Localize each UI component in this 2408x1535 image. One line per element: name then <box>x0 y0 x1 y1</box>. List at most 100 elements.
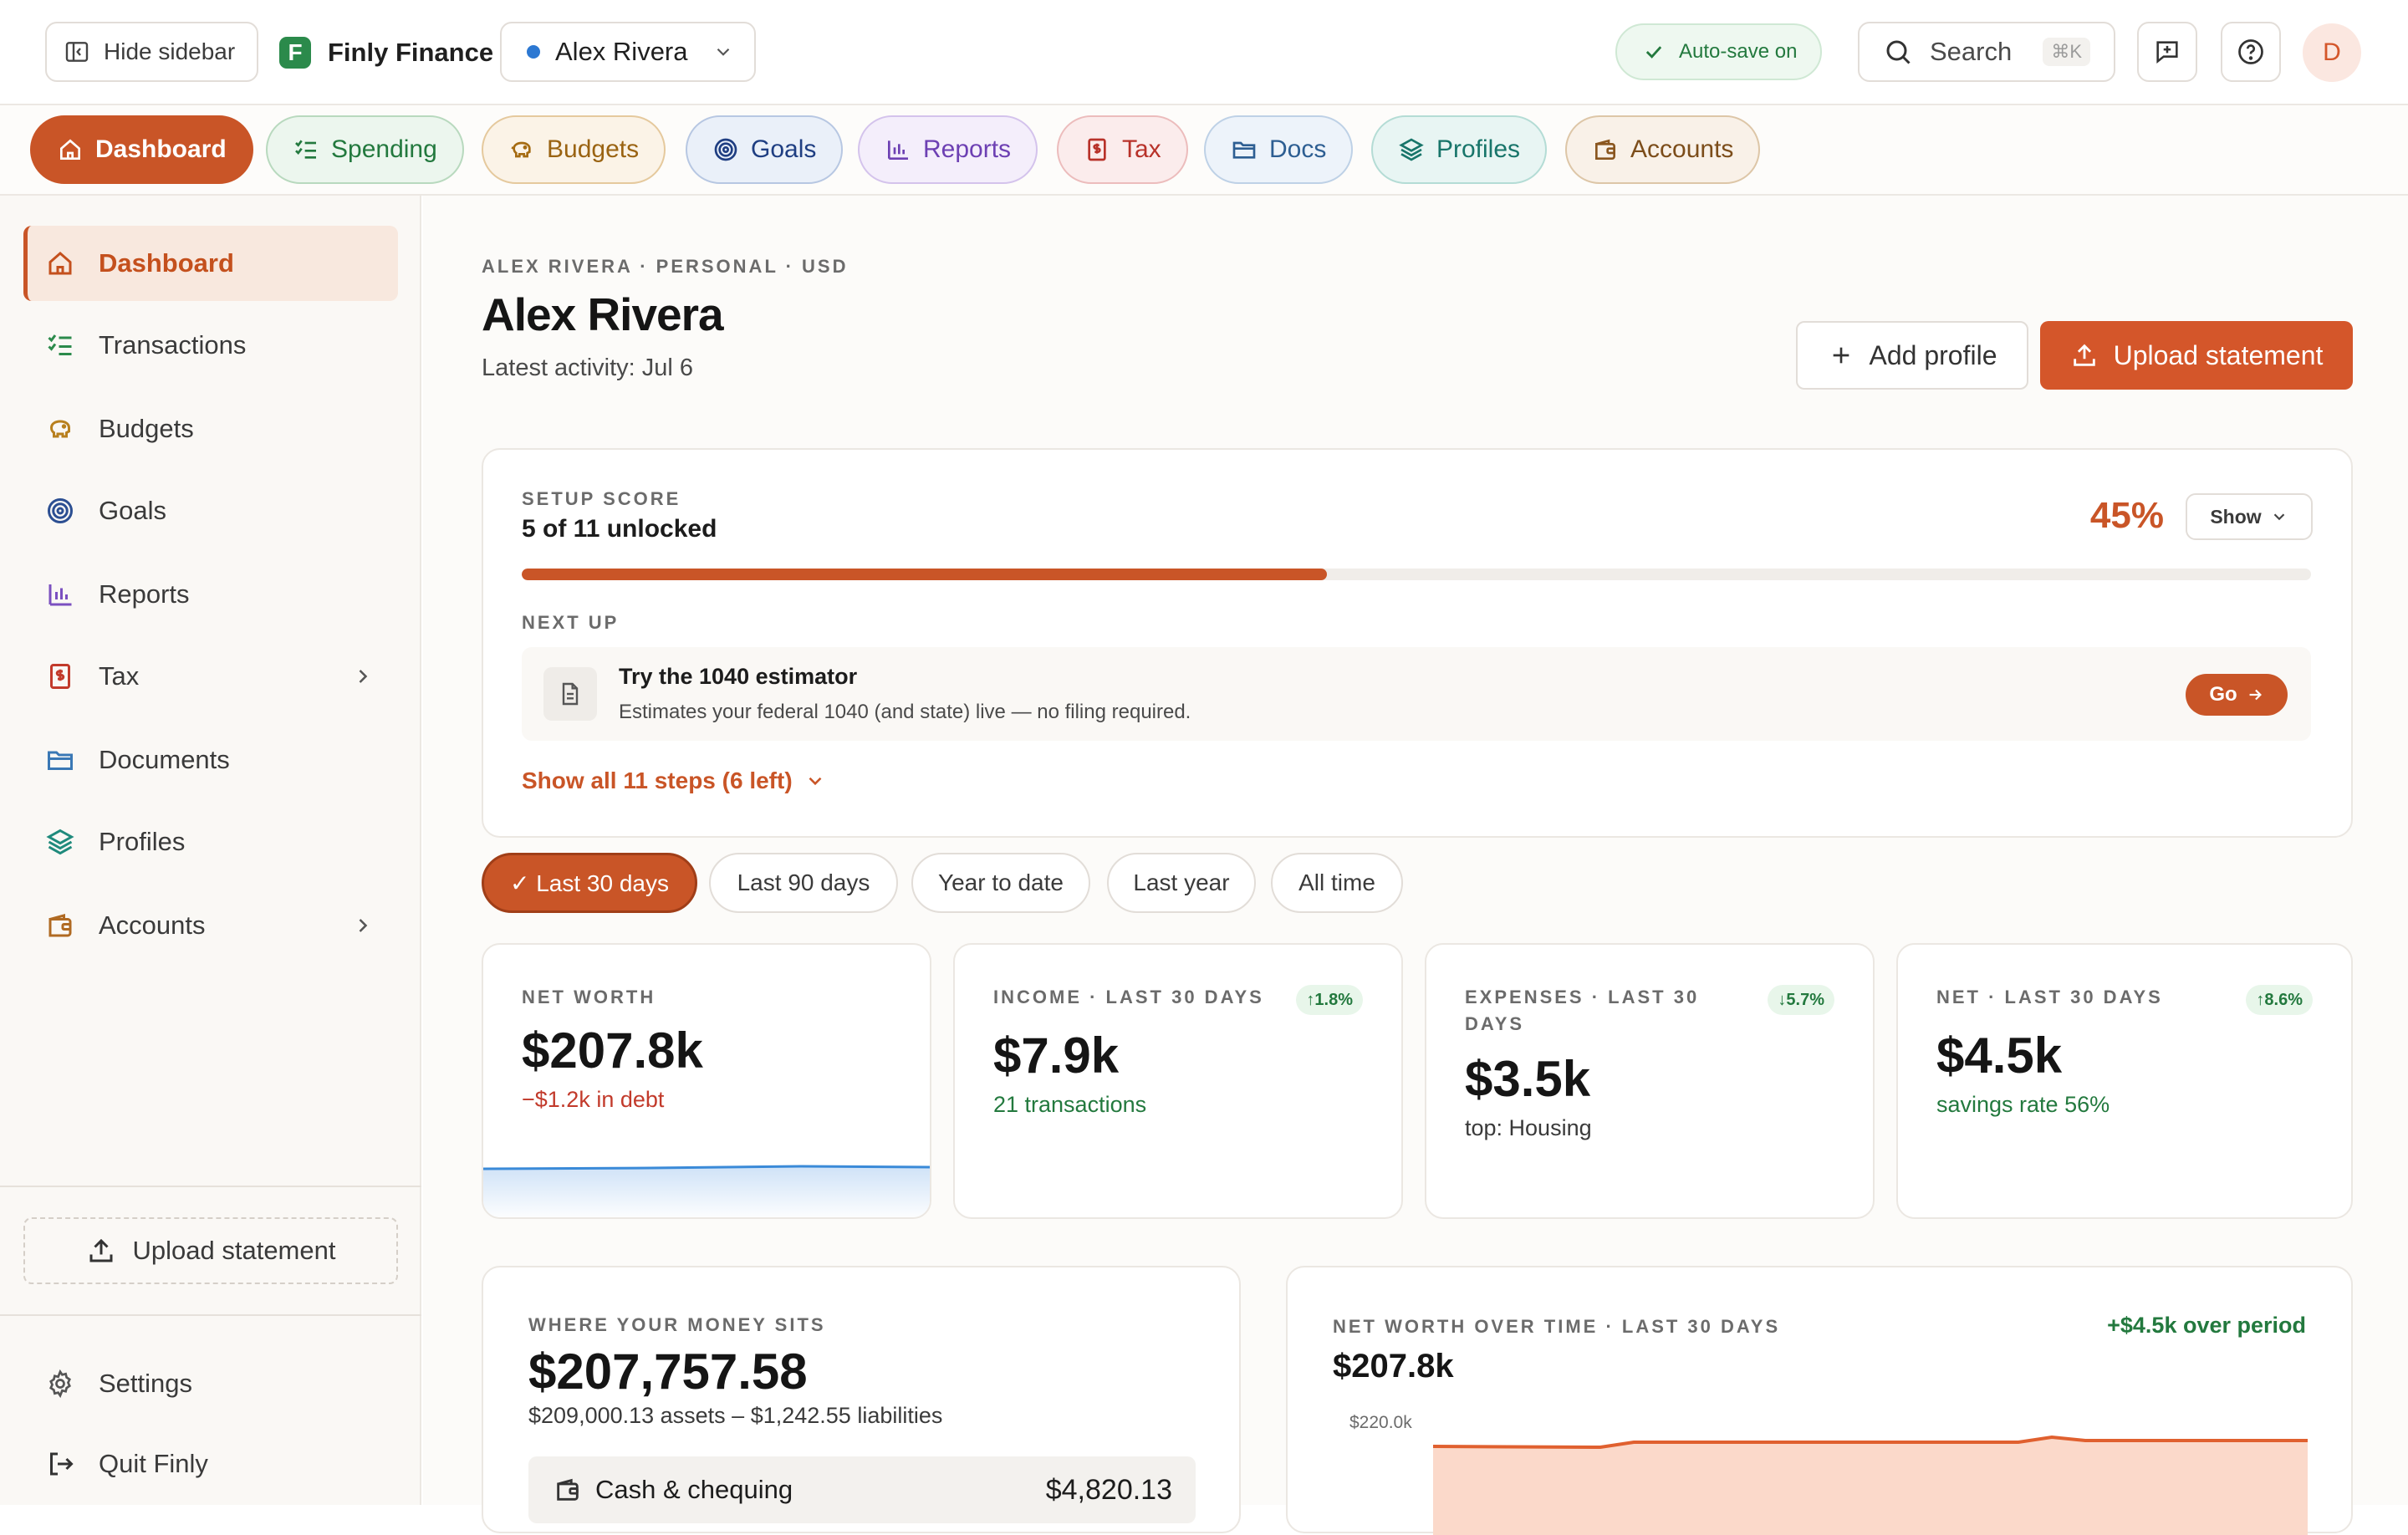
sidebar-upload-button[interactable]: Upload statement <box>23 1217 398 1284</box>
upload-icon <box>2073 344 2095 366</box>
chevron-down-icon <box>717 48 730 56</box>
setup-score-card: SETUP SCORE 5 of 11 unlocked 45% Show NE… <box>482 448 2353 838</box>
sidebar-item-budgets[interactable]: Budgets <box>23 391 398 467</box>
tab-reports[interactable]: Reports <box>858 115 1038 184</box>
sidebar-item-label: Transactions <box>99 330 247 360</box>
tab-dashboard[interactable]: Dashboard <box>30 115 253 184</box>
stat-value: $207.8k <box>522 1022 703 1079</box>
next-task-row[interactable]: Try the 1040 estimator Estimates your fe… <box>522 647 2311 741</box>
sidebar-divider <box>0 1186 421 1187</box>
tab-budgets[interactable]: Budgets <box>482 115 666 184</box>
net-worth-sparkline <box>483 1165 930 1217</box>
tab-label: Docs <box>1269 135 1327 163</box>
search-label: Search <box>1930 37 2013 66</box>
stat-change-badge: ↓5.7% <box>1768 985 1834 1015</box>
feedback-button[interactable] <box>2137 22 2197 82</box>
upload-statement-button[interactable]: Upload statement <box>2040 321 2353 390</box>
tab-label: Reports <box>923 135 1012 163</box>
hide-sidebar-button[interactable]: Hide sidebar <box>45 22 259 82</box>
bar-chart-icon <box>48 584 72 606</box>
tab-label: Profiles <box>1436 135 1521 163</box>
sidebar-item-documents[interactable]: Documents <box>23 722 398 798</box>
tab-tax[interactable]: Tax <box>1057 115 1188 184</box>
setup-show-button[interactable]: Show <box>2186 493 2313 540</box>
sidebar-item-dashboard[interactable]: Dashboard <box>23 226 398 301</box>
hide-sidebar-label: Hide sidebar <box>104 38 236 64</box>
money-breakdown: $209,000.13 assets – $1,242.55 liabiliti… <box>528 1403 943 1428</box>
stat-sub: 21 transactions <box>993 1092 1147 1117</box>
stat-card-income[interactable]: INCOME · LAST 30 DAYS ↑1.8% $7.9k 21 tra… <box>953 943 1403 1219</box>
period-pill-all-time[interactable]: All time <box>1271 853 1403 913</box>
go-button[interactable]: Go <box>2186 674 2288 716</box>
search-shortcut: ⌘K <box>2043 38 2090 66</box>
folder-icon <box>48 751 73 770</box>
tab-accounts[interactable]: Accounts <box>1565 115 1761 184</box>
setup-show-label: Show <box>2210 505 2262 528</box>
sidebar-item-tax[interactable]: Tax <box>23 639 398 714</box>
profile-color-dot <box>527 45 540 59</box>
account-row-cash[interactable]: Cash & chequing $4,820.13 <box>528 1456 1196 1523</box>
sidebar-item-transactions[interactable]: Transactions <box>23 308 398 383</box>
home-icon <box>48 252 72 275</box>
setup-unlocked: 5 of 11 unlocked <box>522 515 717 543</box>
stat-card-expenses[interactable]: EXPENSES · LAST 30 DAYS ↓5.7% $3.5k top:… <box>1425 943 1875 1219</box>
sidebar-item-accounts[interactable]: Accounts <box>23 888 398 963</box>
tab-profiles[interactable]: Profiles <box>1371 115 1548 184</box>
profile-selector[interactable]: Alex Rivera <box>500 22 756 82</box>
target-icon <box>48 498 73 523</box>
period-pill-last-30-days[interactable]: ✓ Last 30 days <box>482 853 697 913</box>
tab-spending[interactable]: Spending <box>266 115 464 184</box>
add-profile-button[interactable]: Add profile <box>1796 321 2028 390</box>
stat-card-net[interactable]: NET · LAST 30 DAYS ↑8.6% $4.5k savings r… <box>1896 943 2353 1219</box>
chart-delta: +$4.5k over period <box>2107 1313 2306 1338</box>
sidebar-item-profiles[interactable]: Profiles <box>23 804 398 880</box>
stat-change-badge: ↑1.8% <box>1296 985 1363 1015</box>
setup-eyebrow: SETUP SCORE <box>522 488 681 509</box>
brand[interactable]: F Finly Finance <box>279 37 493 69</box>
brand-logo: F <box>279 37 311 69</box>
sidebar-item-quit[interactable]: Quit Finly <box>23 1426 398 1502</box>
chart-y-tick: $220.0k <box>1349 1413 1412 1432</box>
document-icon <box>543 667 597 721</box>
layers-icon <box>1399 138 1424 161</box>
stat-label: NET WORTH <box>522 987 656 1007</box>
message-plus-icon <box>2156 41 2178 64</box>
help-circle-icon <box>2238 39 2263 64</box>
show-all-steps-link[interactable]: Show all 11 steps (6 left) <box>522 768 826 794</box>
period-pill-year-to-date[interactable]: Year to date <box>911 853 1090 913</box>
search-button[interactable]: Search ⌘K <box>1858 22 2115 82</box>
autosave-label: Auto-save on <box>1679 40 1798 63</box>
layers-icon <box>46 829 74 855</box>
stat-label: INCOME · LAST 30 DAYS <box>993 987 1264 1007</box>
money-breakdown-card: WHERE YOUR MONEY SITS $207,757.58 $209,0… <box>482 1266 1241 1533</box>
sidebar-item-goals[interactable]: Goals <box>23 473 398 548</box>
autosave-badge[interactable]: Auto-save on <box>1615 23 1823 80</box>
sidebar-item-label: Dashboard <box>99 248 234 278</box>
sidebar-item-label: Documents <box>99 745 230 774</box>
money-eyebrow: WHERE YOUR MONEY SITS <box>528 1314 826 1335</box>
chevron-right-icon <box>359 670 368 683</box>
wallet-icon <box>557 1478 579 1501</box>
period-pill-last-90-days[interactable]: Last 90 days <box>709 853 898 913</box>
stat-label: EXPENSES · LAST 30 <box>1465 987 1700 1007</box>
tab-docs[interactable]: Docs <box>1204 115 1354 184</box>
main-content: ALEX RIVERA · PERSONAL · USD Alex Rivera… <box>423 196 2408 1535</box>
stat-change-badge: ↑8.6% <box>2246 985 2313 1015</box>
sidebar-item-settings[interactable]: Settings <box>23 1346 398 1421</box>
stat-value: $3.5k <box>1465 1051 1591 1107</box>
period-pill-last-year[interactable]: Last year <box>1107 853 1256 913</box>
sidebar-item-reports[interactable]: Reports <box>23 557 398 632</box>
page-title: Alex Rivera <box>482 288 724 340</box>
stat-sub: −$1.2k in debt <box>522 1087 665 1112</box>
tab-label: Tax <box>1122 135 1161 163</box>
tab-goals[interactable]: Goals <box>686 115 844 184</box>
money-total: $207,757.58 <box>528 1344 808 1400</box>
stat-card-net-worth[interactable]: NET WORTH $207.8k −$1.2k in debt <box>482 943 931 1219</box>
upload-icon <box>89 1238 112 1262</box>
stat-label: DAYS <box>1465 1013 1525 1034</box>
help-button[interactable] <box>2221 22 2281 82</box>
avatar[interactable]: D <box>2303 23 2361 82</box>
bar-chart-icon <box>888 140 908 160</box>
tabs-bar: Dashboard Spending Budgets Goals Reports… <box>0 105 2408 196</box>
wallet-icon <box>1595 139 1615 160</box>
